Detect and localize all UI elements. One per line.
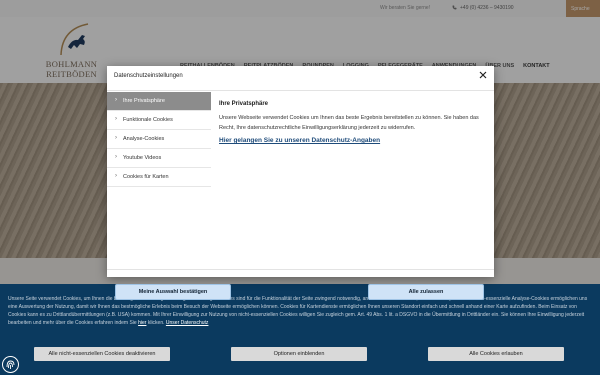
tab-analytics-cookies[interactable]: › Analyse-Cookies (107, 130, 211, 149)
dialog-title: Datenschutzeinstellungen (114, 73, 183, 79)
settings-tabs: › Ihre Privatsphäre › Funktionale Cookie… (107, 92, 211, 187)
privacy-settings-dialog: Datenschutzeinstellungen › Ihre Privatsp… (107, 66, 494, 300)
cookie-here-link[interactable]: hier (138, 320, 146, 326)
tab-privacy[interactable]: › Ihre Privatsphäre (107, 92, 211, 111)
cookie-banner-body-end: klicken. (147, 320, 165, 326)
allow-all-cookies-button[interactable]: Alle Cookies erlauben (428, 347, 564, 361)
fingerprint-icon (3, 357, 18, 372)
cookie-banner: Unsere Seite verwendet Cookies, um Ihnen… (0, 284, 600, 375)
tab-functional-cookies[interactable]: › Funktionale Cookies (107, 111, 211, 130)
cookie-settings-fingerprint-button[interactable] (2, 356, 19, 373)
pane-text: Unsere Webseite verwendet Cookies um Ihn… (219, 115, 479, 131)
pane-title: Ihre Privatsphäre (219, 101, 269, 107)
deny-nonessential-button[interactable]: Alle nicht-essenziellen Cookies deaktivi… (34, 347, 170, 361)
privacy-details-link[interactable]: Hier gelangen Sie zu unseren Datenschutz… (219, 137, 485, 144)
chevron-right-icon: › (115, 116, 117, 122)
chevron-right-icon: › (115, 173, 117, 179)
cookie-banner-body: Unsere Seite verwendet Cookies, um Ihnen… (8, 296, 588, 326)
close-icon[interactable] (478, 70, 488, 80)
divider (107, 269, 494, 270)
accept-all-button[interactable]: Alle zulassen (368, 284, 484, 300)
tab-label: Funktionale Cookies (123, 117, 173, 123)
chevron-right-icon: › (115, 154, 117, 160)
tab-label: Ihre Privatsphäre (123, 98, 165, 104)
show-options-button[interactable]: Optionen einblenden (231, 347, 367, 361)
tab-youtube-videos[interactable]: › Youtube Videos (107, 149, 211, 168)
chevron-right-icon: › (115, 135, 117, 141)
tab-map-cookies[interactable]: › Cookies für Karten (107, 168, 211, 187)
tab-label: Youtube Videos (123, 155, 162, 161)
confirm-selection-button[interactable]: Meine Auswahl bestätigen (115, 284, 231, 300)
tab-label: Analyse-Cookies (123, 136, 165, 142)
chevron-right-icon: › (115, 97, 117, 103)
privacy-policy-link[interactable]: Unser Datenschutz (166, 320, 209, 326)
divider (107, 90, 494, 91)
tab-label: Cookies für Karten (123, 174, 169, 180)
cookie-banner-text: Unsere Seite verwendet Cookies, um Ihnen… (8, 295, 592, 327)
privacy-pane: Ihre Privatsphäre Unsere Webseite verwen… (219, 101, 485, 144)
